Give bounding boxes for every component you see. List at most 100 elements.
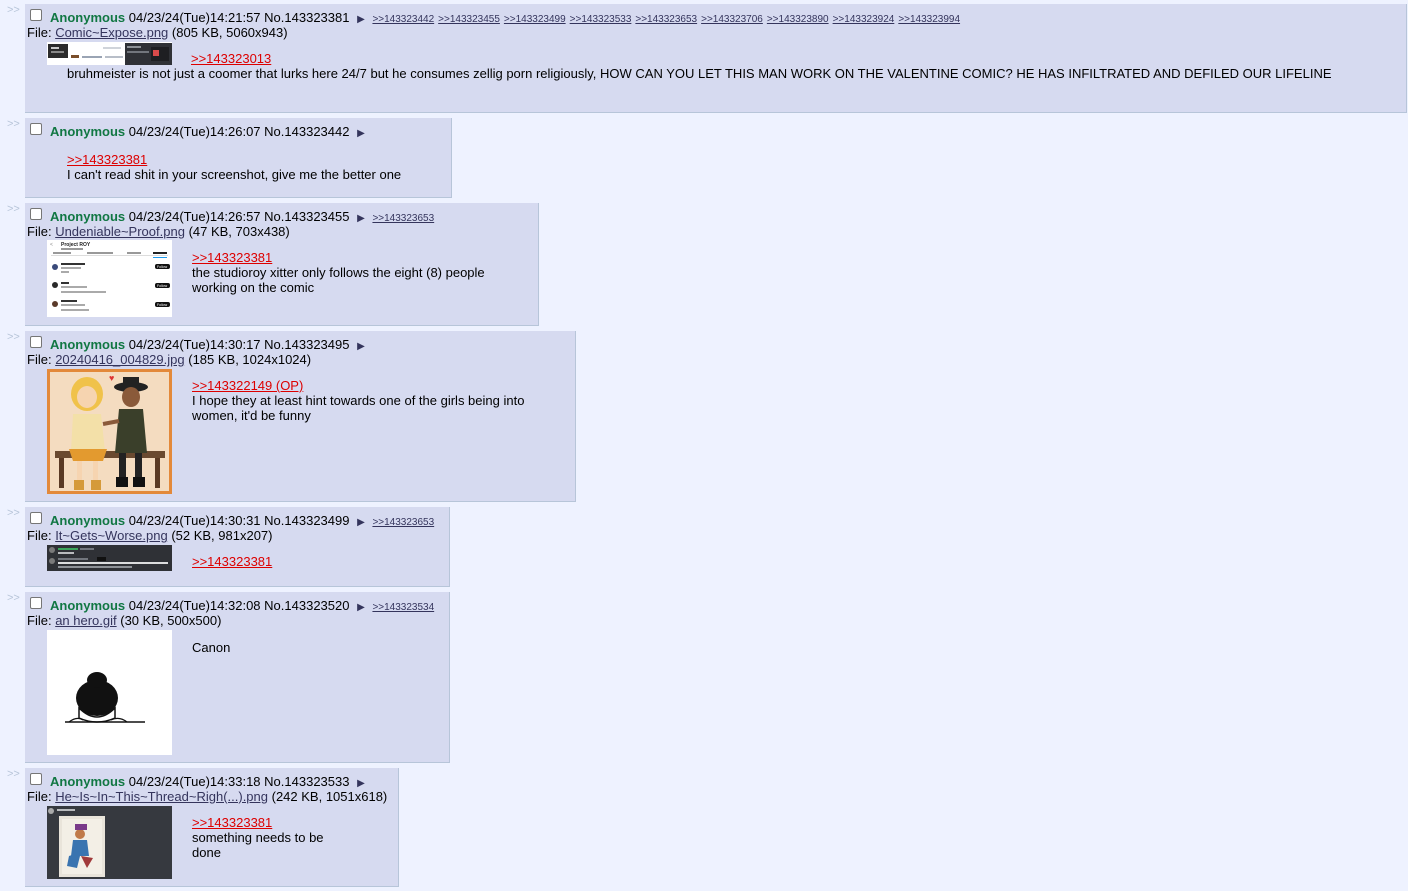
post-number[interactable]: No.143323455 xyxy=(264,209,349,224)
backlink[interactable]: >>143323890 xyxy=(767,14,829,25)
post-number[interactable]: No.143323499 xyxy=(264,513,349,528)
post-thumbnail[interactable] xyxy=(47,806,172,879)
post-header: Anonymous 04/23/24(Tue)14:30:31 No.14332… xyxy=(50,513,434,528)
quote-link[interactable]: >>143323381 xyxy=(192,554,272,569)
file-link[interactable]: It~Gets~Worse.png xyxy=(55,528,168,543)
post-datetime: 04/23/24(Tue)14:26:07 xyxy=(128,124,261,139)
post-message: Canon xyxy=(192,640,392,655)
thumb-follow-label: Follow xyxy=(157,284,168,288)
file-link[interactable]: an hero.gif xyxy=(55,613,116,628)
post-datetime: 04/23/24(Tue)14:21:57 xyxy=(128,10,261,25)
post-thumbnail[interactable] xyxy=(47,630,172,755)
post-menu-caret-icon[interactable]: ▶ xyxy=(357,341,365,352)
file-label: File: xyxy=(27,224,52,239)
file-link[interactable]: Undeniable~Proof.png xyxy=(55,224,185,239)
post-header: Anonymous 04/23/24(Tue)14:26:57 No.14332… xyxy=(50,209,434,224)
backlink[interactable]: >>143323653 xyxy=(635,14,697,25)
post-menu-caret-icon[interactable]: ▶ xyxy=(357,602,365,613)
post-number[interactable]: No.143323495 xyxy=(264,337,349,352)
quote-link[interactable]: >>143323381 xyxy=(192,250,272,265)
post-checkbox[interactable] xyxy=(30,597,42,609)
quote-link[interactable]: >>143323013 xyxy=(191,51,271,66)
poster-name: Anonymous xyxy=(50,598,126,613)
file-meta: (47 KB, 703x438) xyxy=(188,224,290,239)
file-link[interactable]: Comic~Expose.png xyxy=(55,25,168,40)
post-number[interactable]: No.143323381 xyxy=(264,10,349,25)
post: Anonymous 04/23/24(Tue)14:32:08 No.14332… xyxy=(25,592,450,763)
post-menu-caret-icon[interactable]: ▶ xyxy=(357,128,365,139)
backlink[interactable]: >>143323455 xyxy=(438,14,500,25)
post-datetime: 04/23/24(Tue)14:33:18 xyxy=(128,774,261,789)
post-text: bruhmeister is not just a coomer that lu… xyxy=(67,66,1332,81)
file-label: File: xyxy=(27,528,52,543)
post-header: Anonymous 04/23/24(Tue)14:21:57 No.14332… xyxy=(50,10,960,25)
post-text: something needs to be done xyxy=(192,830,324,860)
poster-name: Anonymous xyxy=(50,209,126,224)
file-info: File: Comic~Expose.png (805 KB, 5060x943… xyxy=(27,25,288,40)
post-checkbox[interactable] xyxy=(30,9,42,21)
post: Anonymous 04/23/24(Tue)14:30:17 No.14332… xyxy=(25,331,576,502)
post-number[interactable]: No.143323442 xyxy=(264,124,349,139)
backlink[interactable]: >>143323653 xyxy=(372,517,434,528)
post-thumbnail[interactable] xyxy=(47,545,172,571)
backlink[interactable]: >>143323994 xyxy=(898,14,960,25)
post-thumbnail[interactable]: ♥ xyxy=(47,369,172,494)
post: Anonymous 04/23/24(Tue)14:26:57 No.14332… xyxy=(25,203,539,326)
post-header: Anonymous 04/23/24(Tue)14:26:07 No.14332… xyxy=(50,124,365,139)
post-text: I can't read shit in your screenshot, gi… xyxy=(67,167,402,182)
file-label: File: xyxy=(27,613,52,628)
post-datetime: 04/23/24(Tue)14:32:08 xyxy=(128,598,261,613)
post-checkbox[interactable] xyxy=(30,208,42,220)
quote-link[interactable]: >>143323381 xyxy=(67,152,147,167)
post-checkbox[interactable] xyxy=(30,512,42,524)
backlink[interactable]: >>143323653 xyxy=(372,213,434,224)
post-menu-caret-icon[interactable]: ▶ xyxy=(357,517,365,528)
post-menu-caret-icon[interactable]: ▶ xyxy=(357,213,365,224)
post-message: >>143323013 bruhmeister is not just a co… xyxy=(67,51,1347,81)
post-message: >>143323381 xyxy=(192,554,442,569)
post-number[interactable]: No.143323533 xyxy=(264,774,349,789)
file-label: File: xyxy=(27,352,52,367)
file-meta: (805 KB, 5060x943) xyxy=(171,25,288,40)
post-message: >>143323381 I can't read shit in your sc… xyxy=(67,152,447,182)
file-info: File: an hero.gif (30 KB, 500x500) xyxy=(27,613,221,628)
post-checkbox[interactable] xyxy=(30,123,42,135)
backlink[interactable]: >>143323533 xyxy=(570,14,632,25)
quote-link[interactable]: >>143322149 (OP) xyxy=(192,378,303,393)
file-meta: (52 KB, 981x207) xyxy=(171,528,273,543)
file-label: File: xyxy=(27,789,52,804)
poster-name: Anonymous xyxy=(50,513,126,528)
svg-text:♥: ♥ xyxy=(109,373,114,383)
file-link[interactable]: He~Is~In~This~Thread~Righ(...).png xyxy=(55,789,268,804)
backlink[interactable]: >>143323924 xyxy=(833,14,895,25)
backlink[interactable]: >>143323499 xyxy=(504,14,566,25)
post-arrow: >> xyxy=(7,118,20,130)
file-meta: (185 KB, 1024x1024) xyxy=(188,352,312,367)
post-text: I hope they at least hint towards one of… xyxy=(192,393,525,423)
illustration-thumbnail: ♥ xyxy=(47,369,172,494)
backlink[interactable]: >>143323534 xyxy=(372,602,434,613)
post-datetime: 04/23/24(Tue)14:30:31 xyxy=(128,513,261,528)
twitter-following-thumbnail: < Project ROY Follow Follow Follow xyxy=(47,240,172,317)
quote-link[interactable]: >>143323381 xyxy=(192,815,272,830)
post-menu-caret-icon[interactable]: ▶ xyxy=(357,778,365,789)
poster-name: Anonymous xyxy=(50,124,126,139)
post-message: >>143322149 (OP) I hope they at least hi… xyxy=(192,378,562,423)
post-arrow: >> xyxy=(7,507,20,519)
post-arrow: >> xyxy=(7,592,20,604)
post: Anonymous 04/23/24(Tue)14:26:07 No.14332… xyxy=(25,118,452,198)
file-info: File: It~Gets~Worse.png (52 KB, 981x207) xyxy=(27,528,273,543)
post-number[interactable]: No.143323520 xyxy=(264,598,349,613)
post-header: Anonymous 04/23/24(Tue)14:32:08 No.14332… xyxy=(50,598,434,613)
thumb-project-title: Project ROY xyxy=(61,242,91,248)
post-thumbnail[interactable]: < Project ROY Follow Follow Follow xyxy=(47,240,172,317)
backlink[interactable]: >>143323706 xyxy=(701,14,763,25)
post-menu-caret-icon[interactable]: ▶ xyxy=(357,14,365,25)
post-text: Canon xyxy=(192,640,231,655)
post-checkbox[interactable] xyxy=(30,336,42,348)
file-link[interactable]: 20240416_004829.jpg xyxy=(55,352,184,367)
post-arrow: >> xyxy=(7,203,20,215)
thumb-follow-label: Follow xyxy=(157,303,168,307)
backlink[interactable]: >>143323442 xyxy=(372,14,434,25)
post-checkbox[interactable] xyxy=(30,773,42,785)
